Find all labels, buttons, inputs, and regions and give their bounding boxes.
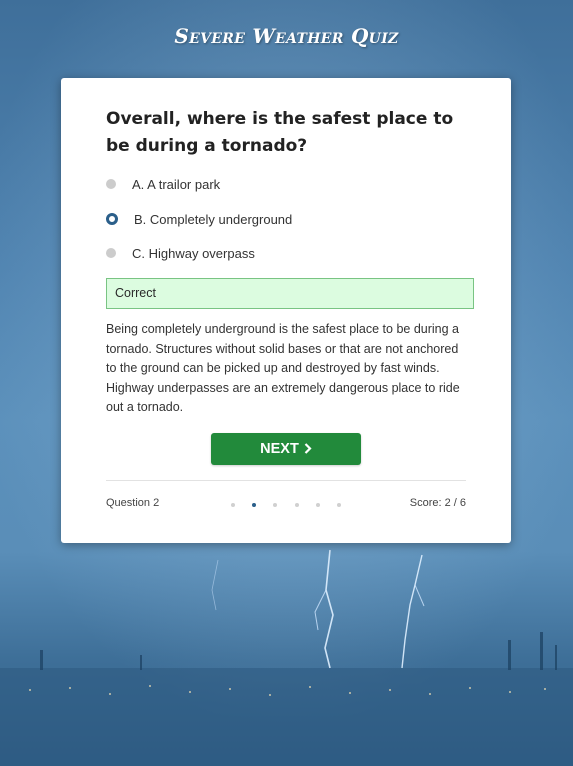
option-a[interactable]: A. A trailor park <box>106 174 220 194</box>
radio-selected-icon[interactable] <box>106 213 118 225</box>
option-label: A. A trailor park <box>132 176 221 192</box>
radio-unselected-icon[interactable] <box>106 179 116 189</box>
progress-dot <box>273 503 278 507</box>
feedback-status: Correct <box>106 278 474 309</box>
progress-dot <box>294 503 299 507</box>
question-counter: Question 2 <box>106 497 160 509</box>
next-button-label: NEXT <box>260 441 299 457</box>
option-label: C. Highway overpass <box>132 245 255 261</box>
footer-divider <box>106 480 466 481</box>
progress-dot <box>315 503 320 507</box>
score-label: Score: 2 / 6 <box>409 497 466 509</box>
progress-dot-active <box>252 503 257 507</box>
quiz-card: Overall, where is the safest place to be… <box>61 78 511 543</box>
option-b[interactable]: B. Completely underground <box>106 209 292 229</box>
next-button[interactable]: NEXT <box>211 433 361 465</box>
chevron-right-icon <box>304 442 312 457</box>
progress-dot <box>336 503 341 507</box>
option-c[interactable]: C. Highway overpass <box>106 243 255 263</box>
progress-dots <box>231 502 341 508</box>
progress-dot <box>231 503 235 507</box>
option-label: B. Completely underground <box>134 211 293 227</box>
quiz-title: Severe Weather Quiz <box>174 24 399 48</box>
feedback-explanation: Being completely underground is the safe… <box>106 322 460 415</box>
question-text: Overall, where is the safest place to be… <box>106 109 454 156</box>
radio-unselected-icon[interactable] <box>106 248 116 258</box>
